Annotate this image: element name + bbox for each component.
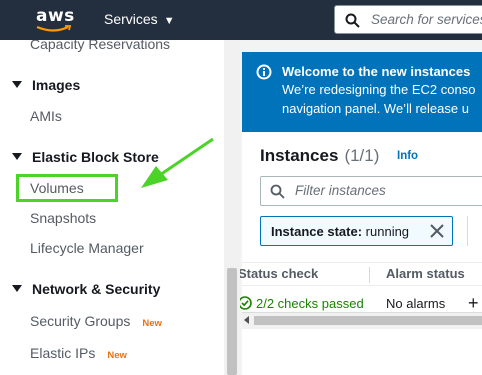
sidebar-item-label: Elastic IPs bbox=[30, 345, 96, 361]
sidebar-section-images[interactable]: Images bbox=[12, 77, 80, 93]
volumes-highlight-box bbox=[16, 174, 118, 202]
top-navigation-bar: aws Services ▼ Search for services bbox=[0, 0, 482, 40]
filter-placeholder: Filter instances bbox=[295, 183, 386, 198]
services-menu-button[interactable]: Services ▼ bbox=[104, 11, 175, 27]
collapse-triangle-icon bbox=[12, 152, 22, 160]
alarm-status-value: No alarms bbox=[386, 296, 446, 311]
close-icon[interactable] bbox=[429, 223, 445, 244]
instances-panel: Instances (1/1) Info Filter instances Ins… bbox=[240, 132, 482, 375]
sidebar-item-snapshots[interactable]: Snapshots bbox=[30, 210, 96, 226]
filter-token-label: Instance state: running bbox=[271, 224, 409, 239]
column-divider[interactable] bbox=[369, 267, 370, 283]
banner-title: Welcome to the new instances bbox=[282, 64, 471, 79]
horizontal-scrollbar-thumb[interactable] bbox=[254, 316, 482, 325]
caret-down-icon: ▼ bbox=[163, 15, 175, 27]
column-header-status-check[interactable]: Status check bbox=[240, 266, 318, 281]
sidebar-section-elastic-block-store[interactable]: Elastic Block Store bbox=[12, 149, 159, 165]
filter-token-key: Instance state: bbox=[271, 224, 363, 239]
table-header-row: Status check Alarm status bbox=[240, 262, 482, 285]
banner-text-line: navigation panel. We’ll release u bbox=[282, 101, 469, 116]
sidebar-item-security-groups[interactable]: Security Groups New bbox=[30, 313, 162, 329]
divider bbox=[467, 216, 468, 246]
sidebar: Capacity Reservations Images AMIs Elasti… bbox=[0, 40, 224, 375]
sidebar-item-label: Security Groups bbox=[30, 313, 131, 329]
sidebar-item-amis[interactable]: AMIs bbox=[30, 108, 62, 124]
aws-smile-icon bbox=[36, 25, 72, 32]
filter-instances-input[interactable]: Filter instances bbox=[260, 176, 482, 206]
welcome-banner: Welcome to the new instances We’re redes… bbox=[242, 52, 482, 132]
status-check-value: 2/2 checks passed bbox=[256, 296, 364, 311]
sidebar-section-label: Images bbox=[32, 77, 81, 93]
sidebar-item-lifecycle-manager[interactable]: Lifecycle Manager bbox=[30, 240, 144, 256]
search-input[interactable]: Search for services bbox=[334, 5, 482, 34]
sidebar-section-label: Elastic Block Store bbox=[32, 149, 159, 165]
sidebar-section-label: Network & Security bbox=[32, 281, 161, 297]
instances-count: (1/1) bbox=[344, 146, 380, 165]
scroll-left-arrow-icon[interactable] bbox=[244, 316, 249, 324]
sidebar-item-capacity-reservations[interactable]: Capacity Reservations bbox=[30, 40, 170, 52]
add-alarm-icon[interactable]: + bbox=[468, 294, 479, 312]
search-icon bbox=[270, 184, 285, 204]
filter-token-value: running bbox=[365, 224, 410, 239]
sidebar-section-network-security[interactable]: Network & Security bbox=[12, 281, 160, 297]
collapse-triangle-icon bbox=[12, 80, 22, 88]
instances-title: Instances bbox=[260, 146, 339, 165]
services-label: Services bbox=[104, 11, 158, 27]
new-badge: New bbox=[107, 350, 127, 361]
new-badge: New bbox=[142, 318, 162, 329]
horizontal-scrollbar[interactable] bbox=[242, 312, 482, 329]
sidebar-scrollbar-thumb[interactable] bbox=[227, 268, 237, 375]
search-icon bbox=[345, 13, 360, 33]
filter-token-instance-state: Instance state: running bbox=[260, 216, 453, 246]
info-circle-icon bbox=[256, 64, 272, 85]
aws-logo[interactable]: aws bbox=[36, 6, 75, 26]
page-title: Instances (1/1) bbox=[260, 146, 379, 166]
column-header-alarm-status[interactable]: Alarm status bbox=[386, 266, 465, 281]
banner-text-line: We’re redesigning the EC2 conso bbox=[282, 82, 476, 97]
main-content: Welcome to the new instances We’re redes… bbox=[240, 40, 482, 375]
collapse-triangle-icon bbox=[12, 284, 22, 292]
info-link[interactable]: Info bbox=[397, 150, 418, 162]
search-placeholder: Search for services bbox=[371, 12, 482, 27]
sidebar-item-elastic-ips[interactable]: Elastic IPs New bbox=[30, 345, 127, 361]
